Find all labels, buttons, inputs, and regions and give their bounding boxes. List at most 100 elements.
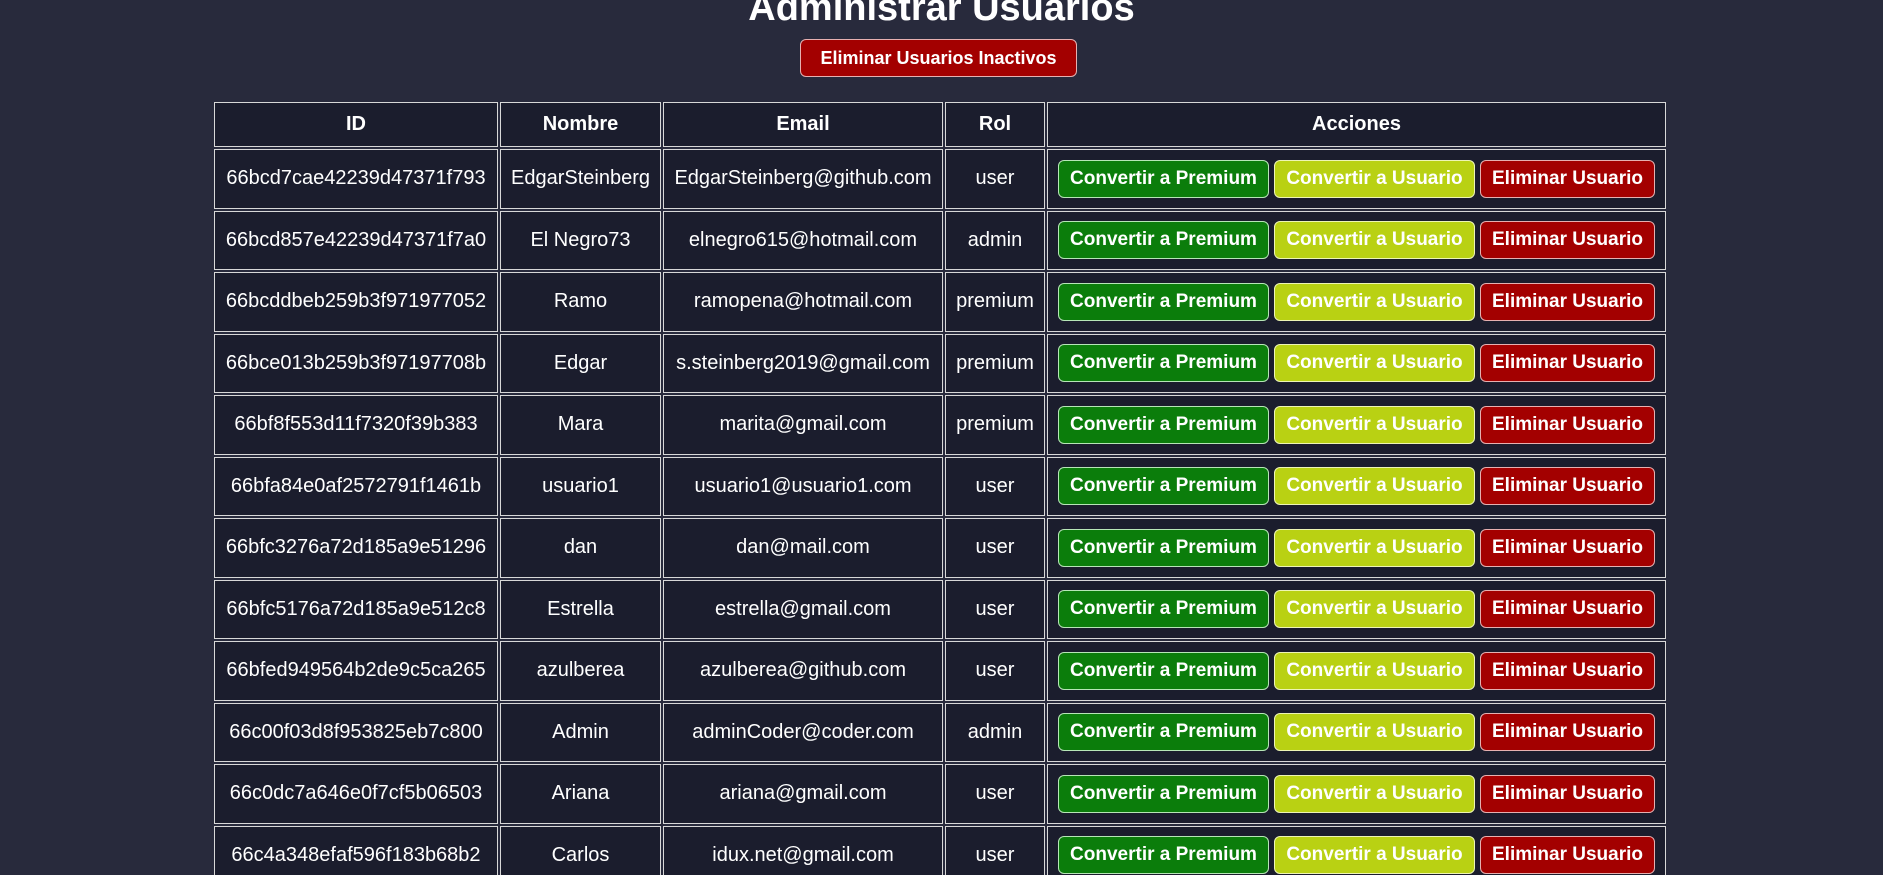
- cell-rol: user: [945, 641, 1045, 701]
- cell-acciones: Convertir a Premium Convertir a Usuario El…: [1047, 210, 1666, 270]
- delete-user-button[interactable]: Eliminar Usuario: [1480, 590, 1655, 629]
- row-actions: Convertir a Premium Convertir a Usuario El…: [1052, 651, 1661, 690]
- cell-nombre: Mara: [500, 395, 661, 455]
- column-header-rol: Rol: [945, 102, 1045, 147]
- row-actions: Convertir a Premium Convertir a Usuario El…: [1052, 836, 1661, 875]
- cell-id: 66bcd857e42239d47371f7a0: [214, 210, 498, 270]
- convert-to-premium-button[interactable]: Convertir a Premium: [1058, 528, 1269, 567]
- convert-to-user-button[interactable]: Convertir a Usuario: [1274, 159, 1475, 198]
- convert-to-premium-button[interactable]: Convertir a Premium: [1058, 713, 1269, 752]
- convert-to-premium-button[interactable]: Convertir a Premium: [1058, 836, 1269, 875]
- delete-user-button[interactable]: Eliminar Usuario: [1480, 713, 1655, 752]
- table-row: 66c0dc7a646e0f7cf5b06503 Ariana ariana@gma…: [214, 764, 1666, 824]
- cell-nombre: Ariana: [500, 764, 661, 824]
- cell-nombre: dan: [500, 518, 661, 578]
- row-actions: Convertir a Premium Convertir a Usuario El…: [1052, 344, 1661, 383]
- delete-user-button[interactable]: Eliminar Usuario: [1480, 405, 1655, 444]
- cell-id: 66bfa84e0af2572791f1461b: [214, 456, 498, 516]
- cell-email: dan@mail.com: [663, 518, 943, 578]
- cell-email: marita@gmail.com: [663, 395, 943, 455]
- convert-to-premium-button[interactable]: Convertir a Premium: [1058, 344, 1269, 383]
- convert-to-premium-button[interactable]: Convertir a Premium: [1058, 467, 1269, 506]
- cell-nombre: usuario1: [500, 456, 661, 516]
- cell-id: 66bfc5176a72d185a9e512c8: [214, 579, 498, 639]
- column-header-email: Email: [663, 102, 943, 147]
- cell-rol: user: [945, 825, 1045, 875]
- column-header-acciones: Acciones: [1047, 102, 1666, 147]
- cell-acciones: Convertir a Premium Convertir a Usuario El…: [1047, 825, 1666, 875]
- cell-id: 66bfed949564b2de9c5ca265: [214, 641, 498, 701]
- delete-user-button[interactable]: Eliminar Usuario: [1480, 344, 1655, 383]
- cell-email: azulberea@github.com: [663, 641, 943, 701]
- cell-nombre: Estrella: [500, 579, 661, 639]
- cell-email: adminCoder@coder.com: [663, 702, 943, 762]
- row-actions: Convertir a Premium Convertir a Usuario El…: [1052, 590, 1661, 629]
- cell-id: 66bfc3276a72d185a9e51296: [214, 518, 498, 578]
- delete-user-button[interactable]: Eliminar Usuario: [1480, 836, 1655, 875]
- convert-to-user-button[interactable]: Convertir a Usuario: [1274, 528, 1475, 567]
- delete-user-button[interactable]: Eliminar Usuario: [1480, 467, 1655, 506]
- cell-rol: premium: [945, 395, 1045, 455]
- convert-to-premium-button[interactable]: Convertir a Premium: [1058, 774, 1269, 813]
- cell-nombre: Ramo: [500, 272, 661, 332]
- convert-to-user-button[interactable]: Convertir a Usuario: [1274, 651, 1475, 690]
- convert-to-premium-button[interactable]: Convertir a Premium: [1058, 590, 1269, 629]
- cell-email: s.steinberg2019@gmail.com: [663, 333, 943, 393]
- convert-to-user-button[interactable]: Convertir a Usuario: [1274, 467, 1475, 506]
- table-header-row: ID Nombre Email Rol Acciones: [214, 102, 1666, 147]
- delete-user-button[interactable]: Eliminar Usuario: [1480, 282, 1655, 321]
- column-header-id: ID: [214, 102, 498, 147]
- cell-acciones: Convertir a Premium Convertir a Usuario El…: [1047, 579, 1666, 639]
- cell-id: 66bf8f553d11f7320f39b383: [214, 395, 498, 455]
- row-actions: Convertir a Premium Convertir a Usuario El…: [1052, 282, 1661, 321]
- cell-email: ramopena@hotmail.com: [663, 272, 943, 332]
- convert-to-user-button[interactable]: Convertir a Usuario: [1274, 836, 1475, 875]
- delete-user-button[interactable]: Eliminar Usuario: [1480, 221, 1655, 260]
- cell-acciones: Convertir a Premium Convertir a Usuario El…: [1047, 333, 1666, 393]
- column-header-nombre: Nombre: [500, 102, 661, 147]
- convert-to-premium-button[interactable]: Convertir a Premium: [1058, 282, 1269, 321]
- convert-to-premium-button[interactable]: Convertir a Premium: [1058, 651, 1269, 690]
- cell-nombre: Admin: [500, 702, 661, 762]
- table-row: 66bfc5176a72d185a9e512c8 Estrella estrella…: [214, 579, 1666, 639]
- cell-email: usuario1@usuario1.com: [663, 456, 943, 516]
- cell-acciones: Convertir a Premium Convertir a Usuario El…: [1047, 149, 1666, 209]
- table-row: 66bcddbeb259b3f971977052 Ramo ramopena@hot…: [214, 272, 1666, 332]
- cell-acciones: Convertir a Premium Convertir a Usuario El…: [1047, 395, 1666, 455]
- users-table: ID Nombre Email Rol Acciones 66bcd7cae42…: [212, 100, 1668, 875]
- delete-user-button[interactable]: Eliminar Usuario: [1480, 774, 1655, 813]
- table-row: 66bfa84e0af2572791f1461b usuario1 usuario1…: [214, 456, 1666, 516]
- row-actions: Convertir a Premium Convertir a Usuario El…: [1052, 774, 1661, 813]
- convert-to-user-button[interactable]: Convertir a Usuario: [1274, 282, 1475, 321]
- convert-to-user-button[interactable]: Convertir a Usuario: [1274, 221, 1475, 260]
- cell-email: elnegro615@hotmail.com: [663, 210, 943, 270]
- cell-email: ariana@gmail.com: [663, 764, 943, 824]
- convert-to-user-button[interactable]: Convertir a Usuario: [1274, 713, 1475, 752]
- delete-user-button[interactable]: Eliminar Usuario: [1480, 159, 1655, 198]
- delete-user-button[interactable]: Eliminar Usuario: [1480, 528, 1655, 567]
- table-row: 66bfc3276a72d185a9e51296 dan dan@mail.com u…: [214, 518, 1666, 578]
- delete-inactive-users-button[interactable]: Eliminar Usuarios Inactivos: [800, 39, 1077, 77]
- row-actions: Convertir a Premium Convertir a Usuario El…: [1052, 467, 1661, 506]
- cell-email: EdgarSteinberg@github.com: [663, 149, 943, 209]
- row-actions: Convertir a Premium Convertir a Usuario El…: [1052, 713, 1661, 752]
- convert-to-user-button[interactable]: Convertir a Usuario: [1274, 590, 1475, 629]
- convert-to-premium-button[interactable]: Convertir a Premium: [1058, 405, 1269, 444]
- cell-id: 66bce013b259b3f97197708b: [214, 333, 498, 393]
- table-row: 66bf8f553d11f7320f39b383 Mara marita@gmail…: [214, 395, 1666, 455]
- cell-nombre: Edgar: [500, 333, 661, 393]
- convert-to-user-button[interactable]: Convertir a Usuario: [1274, 405, 1475, 444]
- cell-email: estrella@gmail.com: [663, 579, 943, 639]
- convert-to-user-button[interactable]: Convertir a Usuario: [1274, 774, 1475, 813]
- cell-id: 66c00f03d8f953825eb7c800: [214, 702, 498, 762]
- cell-nombre: Carlos: [500, 825, 661, 875]
- table-row: 66bce013b259b3f97197708b Edgar s.steinberg…: [214, 333, 1666, 393]
- table-row: 66c4a348efaf596f183b68b2 Carlos idux.net@g…: [214, 825, 1666, 875]
- cell-rol: premium: [945, 333, 1045, 393]
- convert-to-user-button[interactable]: Convertir a Usuario: [1274, 344, 1475, 383]
- convert-to-premium-button[interactable]: Convertir a Premium: [1058, 159, 1269, 198]
- cell-acciones: Convertir a Premium Convertir a Usuario El…: [1047, 518, 1666, 578]
- table-row: 66bfed949564b2de9c5ca265 azulberea azulber…: [214, 641, 1666, 701]
- delete-user-button[interactable]: Eliminar Usuario: [1480, 651, 1655, 690]
- convert-to-premium-button[interactable]: Convertir a Premium: [1058, 221, 1269, 260]
